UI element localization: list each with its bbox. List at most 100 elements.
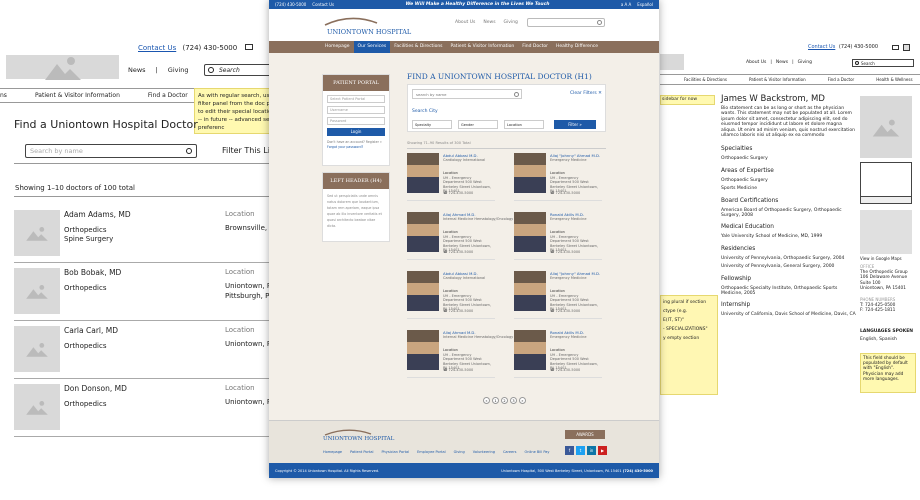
nav-homepage[interactable]: Homepage	[321, 41, 354, 53]
page-button[interactable]: 1	[492, 397, 499, 404]
doctor-photo[interactable]	[407, 153, 439, 193]
header-search-input[interactable]	[527, 18, 605, 27]
footer-link[interactable]: Physician Portal	[381, 450, 409, 454]
doctor-card[interactable]: Aliaj Ahmad M.D. Internal Medicine Hemato…	[407, 212, 513, 260]
nav-patient-visitor[interactable]: Patient & Visitor Information	[447, 41, 519, 53]
doctor-photo[interactable]	[514, 271, 546, 311]
doctor-card[interactable]: Abdul Abbasi M.D. Cardiology Internationa…	[407, 271, 495, 319]
footer-link[interactable]: Online Bill Pay	[524, 450, 549, 454]
gender-select[interactable]: Gender	[458, 120, 498, 129]
search-city-label[interactable]: Search City	[412, 109, 438, 114]
nav-our-services[interactable]: Our Services	[353, 41, 391, 53]
subnav-patient-visitor[interactable]: Patient & Visitor Information	[35, 92, 120, 99]
doctor-card[interactable]: Ronald Akills M.D. Emergency Medicine Loca…	[514, 212, 602, 260]
subnav-item[interactable]: ns	[0, 92, 7, 99]
header-link-giving[interactable]: Giving	[504, 20, 518, 25]
nav-about[interactable]: About Us	[746, 60, 766, 65]
filter-list-label[interactable]: Filter This Lis	[222, 146, 274, 155]
map-link[interactable]: View in Google Maps	[860, 256, 902, 261]
espanol-link[interactable]: Español	[637, 2, 653, 7]
filter-button[interactable]: Filter »	[554, 120, 596, 129]
doctor-name[interactable]: Adam Adams, MD	[64, 210, 131, 219]
facebook-icon[interactable]: f	[565, 446, 574, 455]
nav-healthy-difference[interactable]: Healthy Difference	[552, 41, 602, 53]
doctor-card-phone[interactable]: ☎ 724-430-5000	[443, 368, 473, 372]
subnav-facilities[interactable]: Facilities & Directions	[684, 77, 727, 82]
doctor-photo[interactable]	[407, 330, 439, 370]
doctor-photo[interactable]	[514, 330, 546, 370]
portal-select[interactable]: Select Patient Portal	[327, 95, 385, 103]
subnav-find-doctor[interactable]: Find a Doctor	[828, 77, 855, 82]
search-input[interactable]: Search	[852, 59, 914, 67]
doctor-photo[interactable]	[514, 153, 546, 193]
youtube-icon[interactable]: ▶	[598, 446, 607, 455]
footer-link[interactable]: Homepage	[323, 450, 342, 454]
doctor-card[interactable]: Aliaj Ahmad M.D. Internal Medicine Hemato…	[407, 330, 513, 378]
username-field[interactable]: Username	[327, 106, 385, 114]
specialty-select[interactable]: Specialty	[412, 120, 452, 129]
footer-link[interactable]: Employee Portal	[417, 450, 446, 454]
password-field[interactable]: Password	[327, 117, 385, 125]
page-button[interactable]: 2	[501, 397, 508, 404]
mail-icon[interactable]	[892, 45, 899, 50]
nav-find-doctor[interactable]: Find Doctor	[518, 41, 552, 53]
doctor-card-phone[interactable]: ☎ 724-430-5000	[550, 250, 580, 254]
contact-us-link[interactable]: Contact Us	[138, 44, 176, 52]
main-nav: Homepage Our Services Facilities & Direc…	[269, 41, 659, 53]
nav-news[interactable]: News	[128, 66, 146, 74]
footer-link[interactable]: Giving	[454, 450, 465, 454]
doctor-name[interactable]: Bob Bobak, MD	[64, 268, 121, 277]
login-button[interactable]: Login	[327, 128, 385, 136]
doctor-card-phone[interactable]: ☎ 724-430-5000	[443, 309, 473, 313]
doctor-photo[interactable]	[514, 212, 546, 252]
logo-text[interactable]: UNIONTOWN HOSPITAL	[327, 28, 411, 36]
name-search-input[interactable]: search by name	[412, 89, 522, 99]
doctor-photo[interactable]	[407, 271, 439, 311]
clear-filters-link[interactable]: Clear Filters ✕	[570, 91, 602, 96]
doctor-name[interactable]: Don Donson, MD	[64, 384, 127, 393]
contact-us-link[interactable]: Contact Us	[808, 44, 835, 50]
doctor-card-phone[interactable]: ☎ 724-430-5000	[443, 250, 473, 254]
awards-badge[interactable]: AWARDS	[565, 430, 605, 439]
doctor-photo[interactable]	[407, 212, 439, 252]
forgot-password-link[interactable]: Forgot your password?	[327, 145, 385, 149]
page-button[interactable]: «	[483, 397, 490, 404]
doctor-card-phone[interactable]: ☎ 724-430-5000	[550, 368, 580, 372]
page-button[interactable]: »	[519, 397, 526, 404]
text-size-control[interactable]: a A A	[621, 2, 631, 7]
header-link-news[interactable]: News	[483, 20, 495, 25]
header-link-about[interactable]: About Us	[455, 20, 475, 25]
map-placeholder[interactable]	[860, 210, 912, 254]
subnav-patient-visitor[interactable]: Patient & Visitor Information	[749, 77, 806, 82]
doctor-card-phone[interactable]: ☎ 724-430-5000	[443, 191, 473, 195]
twitter-icon[interactable]: t	[576, 446, 585, 455]
top-phone[interactable]: (724) 430-5000	[275, 2, 306, 7]
doctor-card[interactable]: Aliaj "Johnny" Ahmad M.D. Emergency Medic…	[514, 153, 602, 201]
video-controls[interactable]	[861, 196, 911, 203]
video-player[interactable]	[860, 162, 912, 204]
nav-giving[interactable]: Giving	[798, 60, 812, 65]
doctor-name[interactable]: Carla Carl, MD	[64, 326, 118, 335]
footer-logo[interactable]: UNIONTOWN HOSPITAL	[323, 436, 394, 442]
doctor-card[interactable]: Abdul Abbasi M.D. Cardiology Internationa…	[407, 153, 495, 201]
doctor-card-phone[interactable]: ☎ 724-430-5000	[550, 191, 580, 195]
linkedin-icon[interactable]: in	[587, 446, 596, 455]
top-contact[interactable]: Contact Us	[312, 2, 334, 7]
page-button[interactable]: 3	[510, 397, 517, 404]
subnav-health-wellness[interactable]: Health & Wellness	[876, 77, 912, 82]
footer-link[interactable]: Volunteering	[473, 450, 495, 454]
footer-link[interactable]: Careers	[503, 450, 517, 454]
doctor-card-phone[interactable]: ☎ 724-430-5000	[550, 309, 580, 313]
nav-news[interactable]: News	[776, 60, 788, 65]
print-icon[interactable]	[903, 44, 910, 51]
footer-link[interactable]: Patient Portal	[350, 450, 373, 454]
name-search-input[interactable]: Search by name	[25, 144, 197, 158]
doctor-card[interactable]: Ronald Akills M.D. Emergency Medicine Loca…	[514, 330, 602, 378]
nav-giving[interactable]: Giving	[168, 66, 189, 74]
doctor-card[interactable]: Aliaj "Johnny" Ahmad M.D. Emergency Medic…	[514, 271, 602, 319]
nav-facilities[interactable]: Facilities & Directions	[390, 41, 446, 53]
register-link[interactable]: Don't have an account? Register »	[327, 140, 385, 144]
subnav-find-doctor[interactable]: Find a Doctor	[148, 92, 188, 99]
mail-icon[interactable]	[245, 44, 254, 50]
location-select[interactable]: Location	[504, 120, 544, 129]
